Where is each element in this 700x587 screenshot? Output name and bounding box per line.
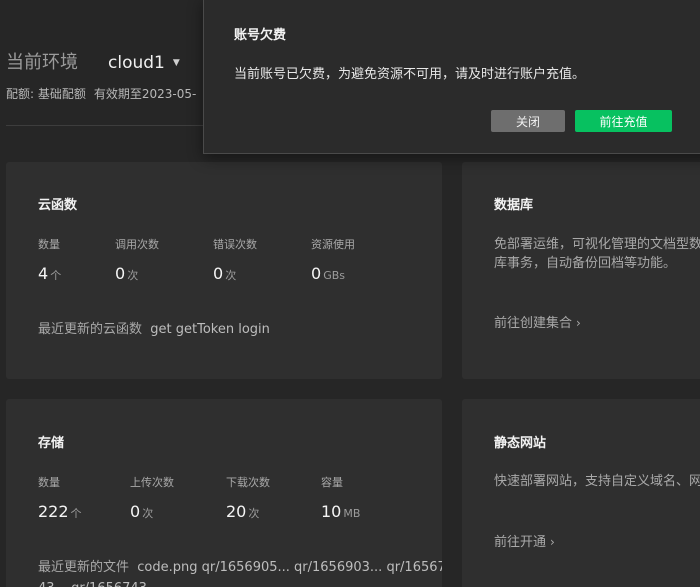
stat-unit: 次 [142, 507, 154, 520]
dialog-title: 账号欠费 [234, 28, 287, 43]
caret-down-icon: ▼ [172, 58, 180, 68]
recent-label: 最近更新的云函数 [38, 322, 143, 337]
stat-resource-usage: 资源使用 0 GBs [311, 236, 355, 283]
database-description: 免部署运维，可视化管理的文档型数 库事务，自动备份回档等功能。 [494, 235, 700, 273]
quota-info: 配额: 基础配额 有效期至2023-05- [6, 85, 196, 102]
environment-selector[interactable]: cloud1 ▼ [108, 53, 180, 73]
stat-invocations: 调用次数 0次 [115, 236, 159, 283]
quota-value: 基础配额 [37, 87, 86, 101]
description-line: 库事务，自动备份回档等功能。 [494, 256, 677, 271]
stat-value: 222 [38, 502, 69, 521]
stat-downloads: 下载次数 20 次 [226, 474, 270, 521]
stat-errors: 错误次数 0次 [213, 236, 257, 283]
stat-value: 10 [321, 502, 342, 521]
description-line: 快速部署网站，支持自定义域名、网 [494, 474, 700, 489]
stat-label: 容量 [321, 476, 343, 489]
recent-files: 最近更新的文件 code.png qr/1656905... qr/165690… [38, 557, 442, 587]
cloud-console-overview: 当前环境 cloud1 ▼ 配额: 基础配额 有效期至2023-05- 云函数 数… [0, 0, 700, 587]
stat-value: 20 [226, 502, 247, 521]
hosting-description: 快速部署网站，支持自定义域名、网 [494, 472, 700, 491]
enable-hosting-link[interactable]: 前往开通 › [494, 531, 555, 550]
chevron-right-icon: › [550, 535, 555, 549]
stat-uploads: 上传次数 0次 [130, 474, 174, 521]
stat-function-count: 数量 4个 [38, 236, 61, 283]
stat-value: 0 [115, 264, 126, 283]
stat-unit: 次 [225, 269, 237, 282]
cloud-functions-card: 云函数 数量 4个 调用次数 0次 错误次数 0次 资源使用 0 GBs 最近更新… [6, 162, 442, 379]
storage-card: 存储 数量 222 个 上传次数 0次 下载次数 20 次 容量 10 MB 最近更新… [6, 399, 442, 587]
validity-text: 有效期至2023-05- [93, 87, 197, 101]
stat-label: 数量 [38, 476, 60, 489]
card-title: 数据库 [494, 198, 534, 213]
environment-label: 当前环境 [6, 52, 78, 73]
recharge-button[interactable]: 前往充值 [575, 110, 672, 132]
recent-functions: 最近更新的云函数 get getToken login [38, 319, 270, 340]
stat-unit: 次 [248, 507, 260, 520]
environment-row: 当前环境 cloud1 ▼ [6, 48, 180, 74]
stat-label: 资源使用 [311, 238, 355, 251]
environment-value: cloud1 [108, 53, 165, 73]
stat-value: 4 [38, 264, 49, 283]
stat-label: 调用次数 [115, 238, 159, 251]
chevron-right-icon: › [576, 316, 581, 330]
recent-file-list-continued[interactable]: 43... qr/1656743... [38, 578, 418, 587]
static-hosting-card: 静态网站 快速部署网站，支持自定义域名、网 前往开通 › [462, 399, 700, 587]
card-title: 存储 [38, 436, 65, 451]
dialog-message: 当前账号已欠费，为避免资源不可用，请及时进行账户充值。 [234, 67, 586, 82]
stat-file-count: 数量 222 个 [38, 474, 82, 521]
stat-unit: GBs [323, 269, 345, 282]
database-card: 数据库 免部署运维，可视化管理的文档型数 库事务，自动备份回档等功能。 前往创建… [462, 162, 700, 379]
stat-label: 错误次数 [213, 238, 257, 251]
card-title: 静态网站 [494, 436, 547, 451]
stat-value: 0 [213, 264, 224, 283]
stat-unit: MB [343, 507, 361, 520]
description-line: 免部署运维，可视化管理的文档型数 [494, 237, 700, 252]
header-divider [6, 125, 206, 126]
stat-unit: 个 [50, 269, 62, 282]
card-title: 云函数 [38, 198, 78, 213]
stat-value: 0 [311, 264, 322, 283]
stat-value: 0 [130, 502, 141, 521]
create-collection-link[interactable]: 前往创建集合 › [494, 312, 581, 331]
stat-label: 下载次数 [226, 476, 270, 489]
account-overdue-dialog: 账号欠费 当前账号已欠费，为避免资源不可用，请及时进行账户充值。 关闭 前往充值 [203, 0, 700, 154]
recent-label: 最近更新的文件 [38, 560, 130, 575]
quota-label: 配额: [6, 87, 35, 101]
link-label: 前往创建集合 [494, 316, 573, 331]
stat-capacity: 容量 10 MB [321, 474, 360, 521]
stat-label: 数量 [38, 238, 60, 251]
stat-label: 上传次数 [130, 476, 174, 489]
recent-function-list[interactable]: get getToken login [150, 322, 270, 337]
stat-unit: 个 [70, 507, 82, 520]
close-button[interactable]: 关闭 [491, 110, 565, 132]
stat-unit: 次 [127, 269, 139, 282]
link-label: 前往开通 [494, 535, 547, 550]
recent-file-list[interactable]: code.png qr/1656905... qr/1656903... qr/… [137, 560, 442, 575]
